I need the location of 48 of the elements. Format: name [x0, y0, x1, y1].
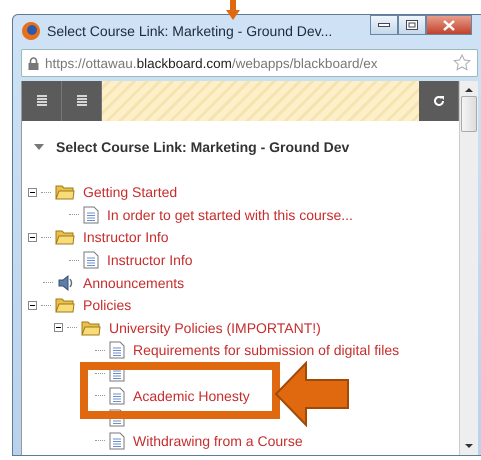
menu-icon [76, 95, 86, 107]
menu-button[interactable] [22, 81, 62, 121]
speaker-icon [57, 274, 75, 292]
minimize-button[interactable] [370, 15, 398, 35]
tree-link[interactable]: University Policies (IMPORTANT!) [109, 320, 321, 336]
folder-icon [55, 184, 75, 200]
collapse-toggle[interactable] [28, 188, 37, 197]
tree-link[interactable]: Withdrawing from a Course [133, 432, 303, 449]
tree-link[interactable]: Announcements [83, 274, 184, 291]
refresh-button[interactable] [419, 81, 459, 121]
window-title: Select Course Link: Marketing - Ground Dev... [47, 23, 334, 39]
scroll-down-icon[interactable] [465, 444, 473, 449]
lock-icon [28, 56, 39, 70]
collapse-toggle[interactable] [54, 323, 63, 332]
minimize-icon [378, 22, 390, 28]
tree-link[interactable]: Policies [83, 297, 132, 314]
document-icon [109, 386, 125, 405]
scrollbar[interactable] [459, 81, 478, 455]
menu-button[interactable] [62, 81, 102, 121]
document-icon [83, 251, 99, 270]
maximize-icon [406, 20, 418, 30]
document-icon [83, 206, 99, 224]
menu-icon [36, 95, 46, 107]
address-bar[interactable]: https://ottawau.blackboard.com/webapps/blackboard/ex [21, 49, 478, 77]
scroll-up-icon[interactable] [465, 87, 473, 92]
refresh-icon [432, 94, 446, 108]
browser-logo-icon [21, 21, 41, 41]
collapse-toggle[interactable] [28, 232, 37, 242]
panel-heading: Select Course Link: Marketing - Ground Dev [56, 139, 350, 155]
collapse-triangle-icon[interactable] [34, 144, 44, 150]
collapse-toggle[interactable] [28, 300, 37, 310]
annotation-arrow [226, 0, 240, 20]
maximize-button[interactable] [398, 15, 426, 35]
tree-link[interactable]: Instructor Info [107, 252, 193, 268]
document-icon [109, 432, 125, 450]
document-icon [109, 341, 125, 360]
tree-link[interactable]: Academic Honesty [133, 388, 250, 404]
tree-link[interactable]: In order to get started with this course... [107, 206, 353, 223]
scrollbar-thumb[interactable] [461, 96, 477, 132]
folder-icon [55, 229, 75, 246]
close-icon [443, 20, 455, 30]
tree-link[interactable]: Requirements for submission of digital files [133, 342, 400, 358]
close-button[interactable] [426, 15, 472, 35]
star-icon[interactable] [453, 54, 471, 72]
tree-link[interactable]: Instructor Info [83, 229, 169, 246]
tree-link[interactable]: Getting Started [83, 184, 178, 200]
folder-icon [81, 320, 101, 336]
folder-icon [55, 297, 75, 314]
